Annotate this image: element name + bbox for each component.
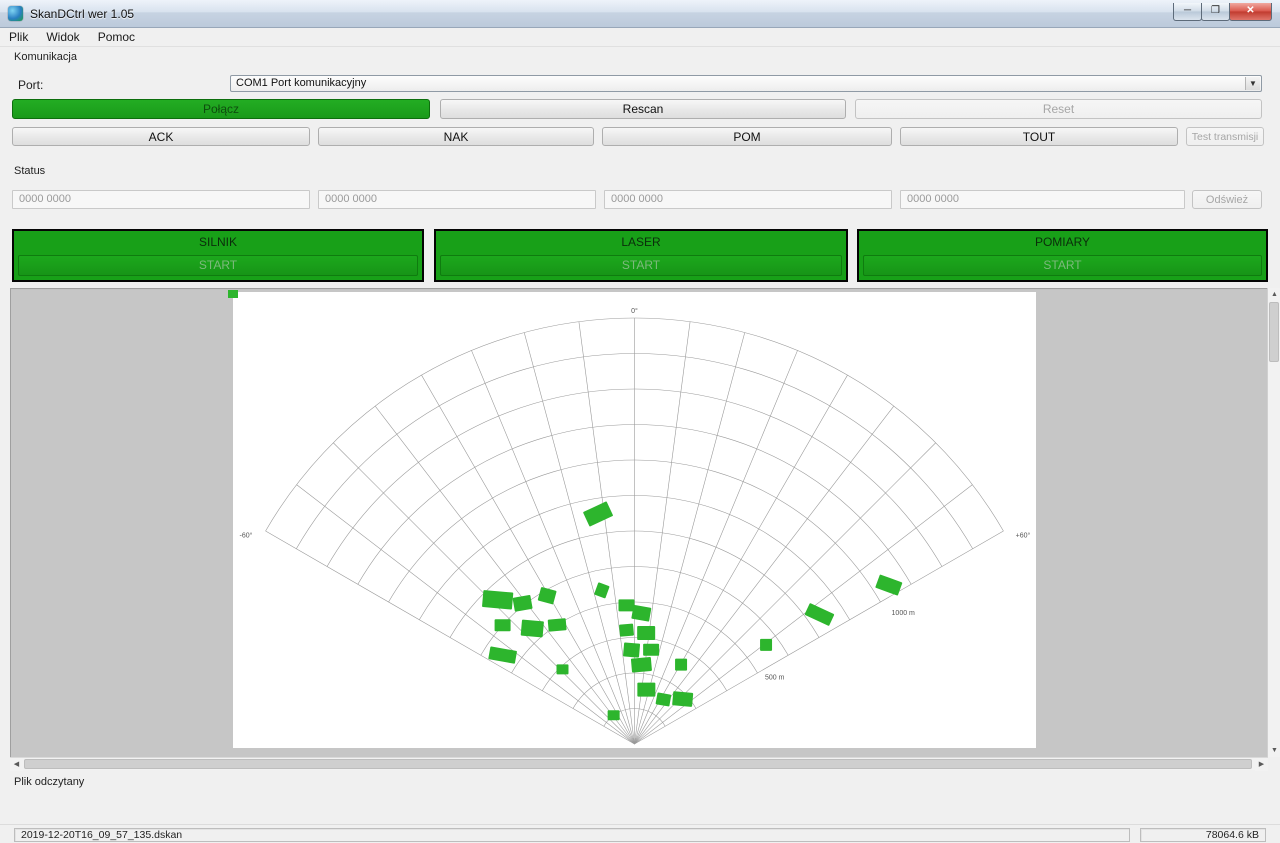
svg-text:+60°: +60° — [1016, 531, 1031, 539]
menu-plik[interactable]: Plik — [0, 28, 37, 46]
horizontal-scroll-thumb[interactable] — [24, 759, 1252, 769]
vertical-scrollbar[interactable]: ▲ ▼ — [1267, 288, 1280, 757]
statusbar-filename: 2019-12-20T16_09_57_135.dskan — [14, 828, 1130, 842]
menu-pomoc[interactable]: Pomoc — [89, 28, 144, 46]
pomiary-start-button[interactable]: START — [863, 255, 1262, 276]
reset-button[interactable]: Reset — [855, 99, 1262, 119]
scan-plot: 0° -60° +60° 500 m 1000 m — [233, 292, 1036, 748]
tout-button[interactable]: TOUT — [900, 127, 1178, 146]
port-value: COM1 Port komunikacyjny — [236, 77, 366, 89]
silnik-title: SILNIK — [14, 231, 422, 249]
status-field-4: 0000 0000 — [900, 190, 1185, 209]
laser-start-button[interactable]: START — [440, 255, 842, 276]
komunikacja-label: Komunikacja — [14, 51, 77, 63]
scroll-left-icon[interactable]: ◀ — [10, 758, 23, 771]
file-status-message: Plik odczytany — [14, 776, 84, 788]
svg-text:500 m: 500 m — [765, 675, 785, 682]
status-field-1: 0000 0000 — [12, 190, 310, 209]
status-field-2: 0000 0000 — [318, 190, 596, 209]
polar-scan-chart: 0° -60° +60° 500 m 1000 m — [233, 292, 1036, 748]
window-title: SkanDCtrl wer 1.05 — [30, 7, 134, 21]
silnik-panel: SILNIK START — [12, 229, 424, 282]
pomiary-title: POMIARY — [859, 231, 1266, 249]
minimize-button[interactable]: ─ — [1173, 3, 1202, 21]
horizontal-scrollbar[interactable]: ◀ ▶ — [10, 757, 1268, 770]
statusbar-filesize: 78064.6 kB — [1140, 828, 1266, 842]
connect-button[interactable]: Połącz — [12, 99, 430, 119]
silnik-start-button[interactable]: START — [18, 255, 418, 276]
app-icon — [8, 6, 23, 21]
menubar: Plik Widok Pomoc — [0, 28, 1280, 47]
svg-text:-60°: -60° — [240, 531, 253, 539]
svg-text:1000 m: 1000 m — [892, 610, 916, 617]
scroll-up-icon[interactable]: ▲ — [1268, 288, 1280, 301]
close-button[interactable]: ✕ — [1229, 3, 1272, 21]
laser-title: LASER — [436, 231, 846, 249]
status-field-3: 0000 0000 — [604, 190, 892, 209]
port-combobox[interactable]: COM1 Port komunikacyjny ▼ — [230, 75, 1262, 92]
test-transmisji-button[interactable]: Test transmisji — [1186, 127, 1264, 146]
maximize-button[interactable]: ❐ — [1201, 3, 1230, 21]
scroll-down-icon[interactable]: ▼ — [1268, 744, 1280, 757]
svg-text:0°: 0° — [631, 307, 638, 315]
statusbar: 2019-12-20T16_09_57_135.dskan 78064.6 kB — [0, 824, 1280, 843]
scan-position-marker — [228, 290, 238, 298]
scroll-right-icon[interactable]: ▶ — [1255, 758, 1268, 771]
vertical-scroll-thumb[interactable] — [1269, 302, 1279, 362]
laser-panel: LASER START — [434, 229, 848, 282]
menu-widok[interactable]: Widok — [37, 28, 88, 46]
titlebar[interactable]: SkanDCtrl wer 1.05 ─ ❐ ✕ — [0, 0, 1280, 28]
nak-button[interactable]: NAK — [318, 127, 594, 146]
scan-viewport[interactable]: 0° -60° +60° 500 m 1000 m — [10, 288, 1268, 757]
port-label: Port: — [18, 78, 43, 92]
chevron-down-icon[interactable]: ▼ — [1245, 77, 1260, 90]
refresh-button[interactable]: Odśwież — [1192, 190, 1262, 209]
status-label: Status — [14, 165, 45, 177]
pom-button[interactable]: POM — [602, 127, 892, 146]
pomiary-panel: POMIARY START — [857, 229, 1268, 282]
rescan-button[interactable]: Rescan — [440, 99, 846, 119]
ack-button[interactable]: ACK — [12, 127, 310, 146]
